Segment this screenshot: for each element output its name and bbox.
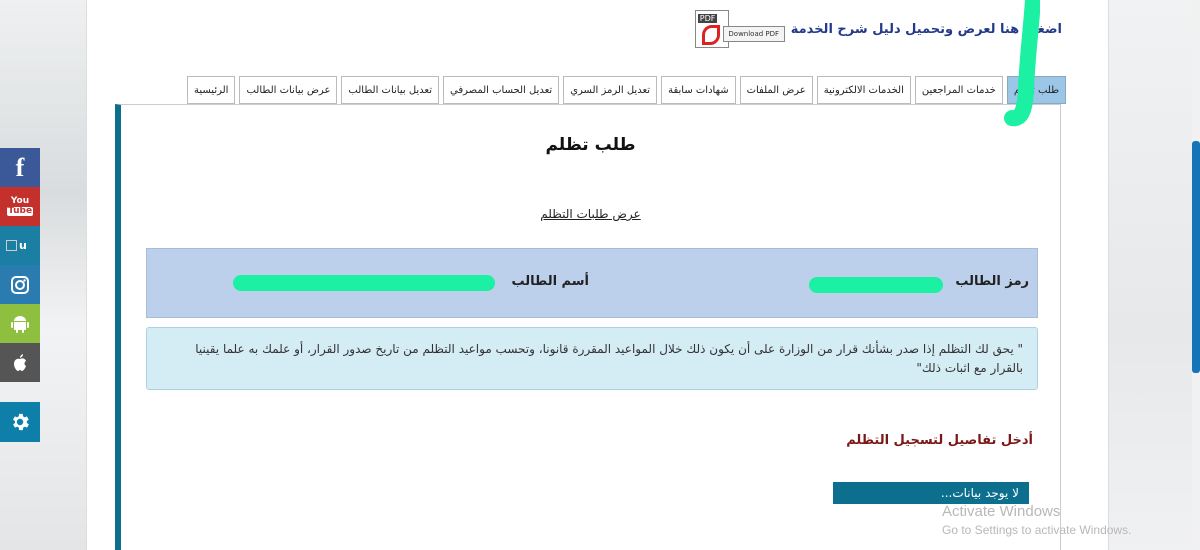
content-panel: طلب تظلم عرض طلبات التظلم رمز الطالب أسم… (115, 104, 1061, 550)
student-code-label: رمز الطالب (955, 274, 1029, 289)
tab-eservices[interactable]: الخدمات الالكترونية (816, 76, 911, 104)
tab-edit-student[interactable]: تعديل بيانات الطالب (341, 76, 440, 104)
android-icon[interactable] (0, 304, 40, 343)
background-right (1105, 0, 1200, 550)
tab-view-student[interactable]: عرض بيانات الطالب (239, 76, 338, 104)
apple-icon[interactable] (0, 343, 40, 382)
youtube-icon[interactable]: You Tube (0, 187, 40, 226)
acrobat-swoosh (701, 25, 720, 45)
windows-activation-watermark: Activate Windows Go to Settings to activ… (942, 503, 1131, 537)
settings-gear-button[interactable] (0, 402, 40, 442)
tab-edit-password[interactable]: تعديل الرمز السري (563, 76, 658, 104)
student-name-label: أسم الطالب (511, 274, 590, 289)
no-data-row: لا يوجد بيانات... (833, 482, 1029, 504)
watermark-line1: Activate Windows (942, 503, 1061, 520)
student-info-box: رمز الطالب أسم الطالب (146, 248, 1038, 318)
tab-visitor-services[interactable]: خدمات المراجعين (914, 76, 1003, 104)
pdf-badge: PDF (697, 14, 718, 23)
green-marker-stroke (1004, 0, 1040, 127)
pdf-icon[interactable]: PDF Download PDF (694, 10, 785, 48)
page-container: اضغط هنا لعرض وتحميل دليل شرح الخدمة PDF… (86, 0, 1109, 550)
tab-edit-bank[interactable]: تعديل الحساب المصرفي (443, 76, 560, 104)
scrollbar-thumb[interactable] (1192, 141, 1200, 373)
student-name-redaction (233, 275, 495, 291)
section-title: أدخل تفاصيل لتسجيل التظلم (846, 433, 1033, 448)
tab-files[interactable]: عرض الملفات (739, 76, 813, 104)
social-sidebar: f You Tube u (0, 148, 40, 382)
complaints-list-link[interactable]: عرض طلبات التظلم (121, 207, 1060, 221)
complaint-notice: " يحق لك التظلم إذا صدر بشأنك قرار من ال… (146, 327, 1038, 390)
tab-certificates[interactable]: شهادات سابقة (661, 76, 736, 104)
student-code-redaction (809, 277, 943, 293)
instagram-icon[interactable] (0, 265, 40, 304)
gear-icon (13, 413, 29, 431)
download-pdf-button[interactable]: Download PDF (722, 26, 785, 42)
tab-home[interactable]: الرئيسية (187, 76, 236, 104)
watermark-line2: Go to Settings to activate Windows. (942, 523, 1132, 537)
vertical-scrollbar[interactable] (1192, 0, 1200, 550)
broken-image-icon[interactable]: u (0, 226, 40, 265)
facebook-icon[interactable]: f (0, 148, 40, 187)
tab-bar: الرئيسية عرض بيانات الطالب تعديل بيانات … (187, 76, 1067, 104)
page-title: طلب تظلم (545, 135, 636, 155)
